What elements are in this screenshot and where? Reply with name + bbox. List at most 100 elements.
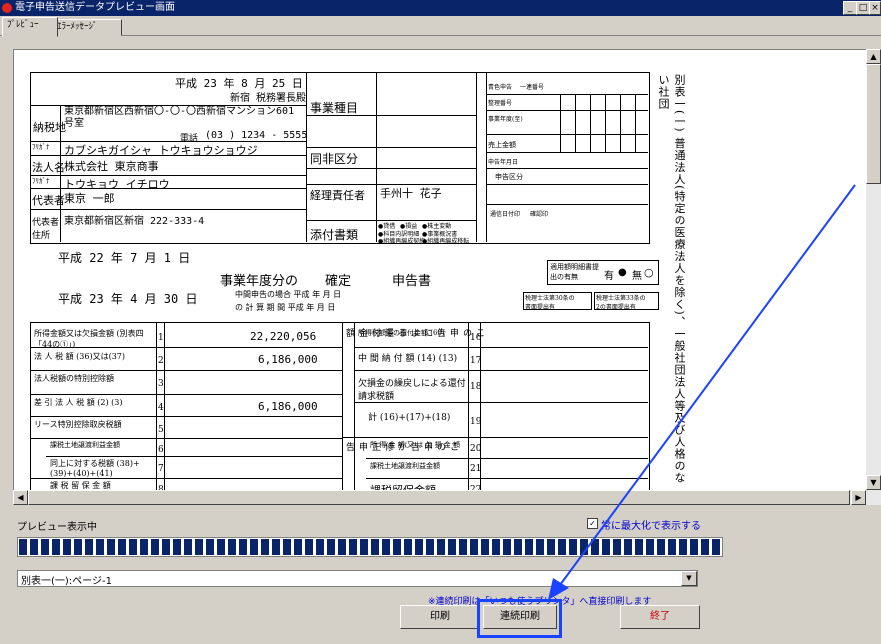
attach-item: ●組織再編成移転 (422, 238, 470, 245)
highlight-box (477, 599, 562, 638)
right-row-label: 所 得 金 額 又 は 欠 損 金 額 (370, 441, 461, 449)
print-button[interactable]: 印刷 (400, 605, 480, 629)
header-cell: 確認印 (530, 211, 549, 218)
interim-note2: の 計 算 期 間 平成 年 月 日 (235, 303, 336, 312)
right-row-label: 中 間 納 付 額 (14) (13) (358, 354, 458, 364)
phone-value: (03 ) 1234 - 5555 (205, 130, 308, 141)
maximize-checkbox-label[interactable]: 常に最大化で表示する (601, 517, 701, 532)
header-cell: 申告区分 (495, 173, 523, 181)
tekiyo-yes-mark: ● (618, 267, 627, 278)
row-label: 課税土地譲渡利益金額 (50, 441, 120, 449)
address-value: 東京都新宿区西新宿〇-〇-〇西新宿マンション601号室 (64, 106, 295, 129)
status-label: プレビュー表示中 (17, 522, 97, 533)
page-select-value: 別表一(一):ページ-1 (21, 576, 112, 587)
manager-label: 経理責任者 (310, 189, 365, 202)
horizontal-scrollbar[interactable]: ◀ ▶ (13, 490, 881, 505)
same-category-label: 同非区分 (310, 152, 359, 166)
rep-furigana-label: ﾌﾘｶﾞﾅ (32, 177, 50, 185)
row-value: 6,186,000 (258, 400, 318, 413)
rep-address: 東京都新宿区新宿 222-333-4 (64, 216, 205, 227)
header-cell: 申告年月日 (488, 159, 519, 166)
dropdown-arrow-icon[interactable]: ▼ (681, 571, 697, 586)
row-number: 6 (158, 445, 164, 455)
row-number: 7 (158, 464, 164, 474)
tax-accountant-33-label: 税理士法第33条の2の書面提出有 (596, 295, 646, 311)
tab-bar: ﾌﾟﾚﾋﾞｭｰ ｴﾗｰﾒｯｾｰｼﾞ (0, 17, 881, 37)
header-cell: 一連番号 (520, 84, 545, 91)
row-number: 2 (158, 356, 164, 366)
row-number: 3 (158, 379, 164, 389)
close-button[interactable]: × (869, 1, 881, 15)
business-type-label: 事業種目 (310, 101, 359, 115)
right-row-label: 課税土地譲渡利益金額 (370, 462, 440, 470)
preview-viewer[interactable]: 平成 23 年 8 月 25 日 新宿 税務署長殿 納税地 東京都新宿区西新宿〇… (13, 49, 868, 492)
row-label: 法 人 税 額 (36)又は(37) (34, 352, 126, 361)
control-panel: プレビュー表示中 ✓ 常に最大化で表示する 別表一(一):ページ-1 ▼ ※連続… (13, 513, 879, 643)
header-cell: 売上金額 (488, 141, 516, 149)
row-number: 4 (158, 403, 164, 413)
form-title-vertical: 別表一(一) 普通法人(特定の医療法人を除く)、一般社団法人等及び人格のない社団 (657, 74, 686, 484)
right-row-number: 17 (470, 356, 482, 366)
return-title: 事業年度分の (220, 274, 299, 289)
tab-error-message[interactable]: ｴﾗｰﾒｯｾｰｼﾞ (52, 19, 122, 36)
title-bar: 電子申告送信データプレビュー画面 _ □ × (0, 0, 881, 16)
tekiyo-no: 無 (632, 271, 642, 282)
scroll-left-icon[interactable]: ◀ (13, 490, 28, 505)
right-row-label: 欠損金の繰戻しによる還付請求税額 (358, 379, 466, 402)
row-value: 6,186,000 (258, 353, 318, 366)
app-icon (2, 3, 12, 13)
progress-fill (19, 539, 721, 555)
row-label: リース特別控除取戻税額 (34, 420, 122, 429)
maximize-checkbox[interactable]: ✓ (587, 518, 598, 529)
right-row-label: 所得税額等の還付金額 (60) (358, 329, 445, 337)
attach-item: ●組織再編成契約 (378, 238, 426, 245)
tekiyo-yes: 有 (604, 271, 614, 282)
progress-bar (17, 537, 723, 557)
scroll-up-icon[interactable]: ▲ (866, 49, 881, 64)
minimize-button[interactable]: _ (843, 1, 857, 15)
tekiyo-label: 適用額明細書提出の有無 (550, 263, 599, 281)
tax-accountant-30-label: 税理士法第30条の書面提出有 (525, 295, 575, 311)
manager-name: 手州十 花子 (380, 187, 442, 200)
rep-name: 東京 一郎 (64, 192, 115, 205)
address-label: 納税地 (33, 121, 66, 134)
row-value: 22,220,056 (250, 330, 317, 343)
maximize-button[interactable]: □ (856, 1, 870, 15)
row-label: 差 引 法 人 税 額 (2) (3) (34, 398, 123, 407)
header-cell: 通信日付印 (490, 211, 521, 218)
right-row-number: 19 (470, 417, 482, 427)
scroll-down-icon[interactable]: ▼ (866, 475, 881, 490)
scroll-right-icon[interactable]: ▶ (851, 490, 866, 505)
interim-note: 中間申告の場合 平成 年 月 日 (235, 290, 342, 299)
header-cell: 整理番号 (488, 100, 513, 107)
right-row-number: 18 (470, 382, 482, 392)
vertical-scroll-thumb[interactable] (866, 64, 881, 184)
rep-label: 代表者 (32, 194, 65, 207)
exit-button[interactable]: 終了 (620, 605, 700, 629)
row-label: 法人税額の特別控除額 (34, 374, 114, 383)
row-number: 1 (158, 333, 164, 343)
return-kind: 確定 (325, 274, 352, 289)
tax-office: 新宿 税務署長殿 (230, 93, 307, 104)
furigana-label: ﾌﾘｶﾞﾅ (32, 143, 50, 151)
page-select[interactable]: 別表一(一):ページ-1 ▼ (17, 570, 698, 587)
row-label: 同上に対する税額 (38)+(39)+(40)+(41) (50, 459, 140, 478)
right-row-label: 計 (16)+(17)+(18) (368, 413, 451, 423)
window-title: 電子申告送信データプレビュー画面 (15, 2, 175, 13)
company-label: 法人名 (32, 161, 65, 174)
header-cell: 事業年度(至) (488, 116, 523, 123)
fiscal-to: 平成 23 年 4 月 30 日 (58, 292, 198, 306)
right-row-number: 21 (470, 464, 482, 474)
return-suffix: 申告書 (392, 274, 432, 289)
header-cell: 青色申告 (488, 84, 513, 91)
vertical-scrollbar[interactable]: ▲ ▼ (866, 49, 881, 490)
row-number: 5 (158, 425, 164, 435)
tekiyo-no-mark: ○ (644, 266, 654, 279)
horizontal-scroll-thumb[interactable] (28, 490, 850, 505)
right-row-number: 16 (470, 333, 482, 343)
rep-address-label: 代表者住所 (32, 218, 60, 241)
tab-preview[interactable]: ﾌﾟﾚﾋﾞｭｰ (2, 17, 58, 37)
attach-label: 添付書類 (310, 228, 359, 242)
right-row-number: 20 (470, 444, 482, 454)
fiscal-from: 平成 22 年 7 月 1 日 (58, 251, 191, 265)
